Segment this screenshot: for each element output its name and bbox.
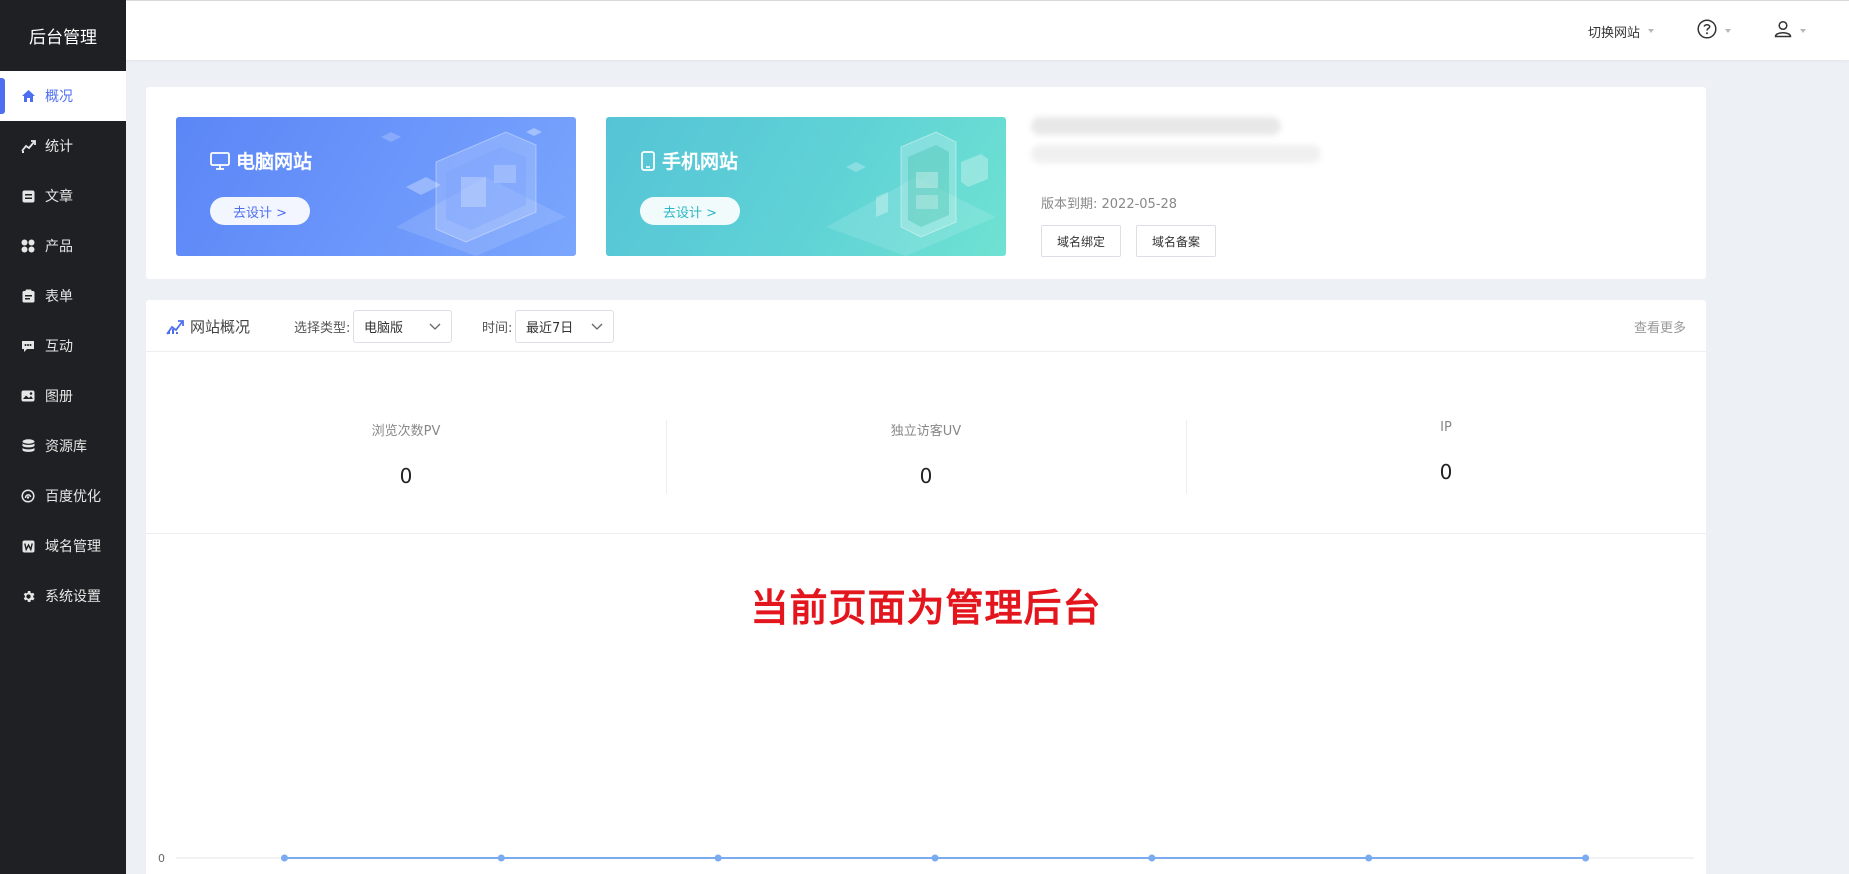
stat-ip: IP 0 [1186, 420, 1706, 484]
mobile-site-banner[interactable]: 手机网站 去设计 > [606, 117, 1006, 256]
sidebar-item-statistics[interactable]: 统计 [0, 121, 126, 171]
site-cards-panel: 电脑网站 去设计 > 手机网站 去设计 > 版本到期: 2022-05-28 域… [146, 87, 1706, 279]
trend-icon [20, 138, 36, 154]
sidebar-item-products[interactable]: 产品 [0, 221, 126, 271]
blurred-site-url [1031, 145, 1321, 163]
bind-domain-button[interactable]: 域名绑定 [1041, 225, 1121, 257]
sidebar-item-resources[interactable]: 资源库 [0, 421, 126, 471]
version-expire-text: 版本到期: 2022-05-28 [1041, 197, 1178, 212]
user-icon [1774, 20, 1792, 42]
blurred-site-name [1031, 117, 1281, 135]
phone-icon [640, 150, 656, 171]
sidebar-item-label: 域名管理 [45, 539, 101, 555]
sidebar-item-label: 百度优化 [45, 489, 101, 505]
sidebar-item-interaction[interactable]: 互动 [0, 321, 126, 371]
home-icon [20, 88, 36, 104]
view-more-link[interactable]: 查看更多 [1634, 300, 1686, 352]
admin-notice-text: 当前页面为管理后台 [750, 586, 1102, 630]
stat-ip-value: 0 [1439, 460, 1453, 484]
sidebar-item-label: 产品 [45, 239, 73, 255]
data-point[interactable] [1365, 854, 1373, 862]
time-select[interactable]: 最近7日 [515, 310, 614, 343]
sidebar-item-system-settings[interactable]: 系统设置 [0, 571, 126, 621]
sidebar-item-domain[interactable]: 域名管理 [0, 521, 126, 571]
type-select-value: 电脑版 [364, 321, 404, 336]
sidebar-item-articles[interactable]: 文章 [0, 171, 126, 221]
database-icon [20, 438, 36, 454]
phone-illustration-icon [826, 131, 996, 256]
sidebar-item-label: 概况 [45, 89, 73, 105]
stat-pv-value: 0 [399, 464, 413, 488]
stat-ip-label: IP [1440, 420, 1452, 435]
caret-down-icon [1800, 29, 1806, 33]
type-select[interactable]: 电脑版 [353, 310, 452, 343]
sidebar-item-forms[interactable]: 表单 [0, 271, 126, 321]
sidebar-item-label: 系统设置 [45, 589, 101, 605]
sidebar-item-label: 统计 [45, 139, 73, 155]
pc-site-title: 电脑网站 [210, 147, 312, 174]
album-icon [20, 388, 36, 404]
help-dropdown[interactable] [1697, 1, 1731, 61]
caret-down-icon [1725, 29, 1731, 33]
stat-pv: 浏览次数PV 0 [146, 420, 666, 488]
sidebar-item-label: 资源库 [45, 439, 87, 455]
data-point[interactable] [497, 854, 505, 862]
chat-icon [20, 338, 36, 354]
domain-record-button[interactable]: 域名备案 [1136, 225, 1216, 257]
grid-icon [20, 238, 36, 254]
overview-header: 网站概况 选择类型: 电脑版 时间: 最近7日 查看更多 [146, 300, 1706, 352]
stats-divider [146, 533, 1706, 534]
stat-uv-value: 0 [919, 464, 933, 488]
site-info-blurred [1031, 117, 1451, 173]
stat-uv-label: 独立访客UV [890, 424, 962, 439]
top-bar: 切换网站 [126, 0, 1849, 60]
time-label: 时间: [482, 320, 513, 336]
caret-down-icon [1648, 29, 1655, 33]
domain-icon [20, 538, 36, 554]
type-label: 选择类型: [294, 320, 351, 336]
gear-icon [20, 588, 36, 604]
help-icon [1697, 19, 1717, 43]
visits-line-chart: 0 [158, 852, 1694, 865]
user-dropdown[interactable] [1774, 1, 1806, 61]
sidebar-item-overview[interactable]: 概况 [0, 71, 126, 121]
mobile-design-button[interactable]: 去设计 > [640, 197, 740, 225]
y-tick-label: 0 [158, 852, 165, 865]
switch-site-dropdown[interactable]: 切换网站 [1588, 1, 1655, 61]
sidebar-item-label: 文章 [45, 189, 73, 205]
time-select-value: 最近7日 [526, 321, 574, 336]
chevron-down-icon [429, 323, 441, 330]
pc-site-title-text: 电脑网站 [236, 151, 313, 173]
brand-title: 后台管理 [29, 28, 97, 48]
sidebar-item-baidu-seo[interactable]: 百度优化 [0, 471, 126, 521]
data-point[interactable] [280, 854, 288, 862]
chart-trend-icon [166, 317, 184, 335]
mobile-site-title-text: 手机网站 [662, 151, 739, 173]
sidebar-item-label: 表单 [45, 289, 73, 305]
sidebar-item-label: 互动 [45, 339, 73, 355]
sidebar-item-label: 图册 [45, 389, 73, 405]
data-point[interactable] [714, 854, 722, 862]
data-point[interactable] [1582, 854, 1590, 862]
site-overview-panel: 网站概况 选择类型: 电脑版 时间: 最近7日 查看更多 浏览次数PV 0 独立… [146, 300, 1706, 874]
sidebar-item-album[interactable]: 图册 [0, 371, 126, 421]
monitor-icon [210, 151, 230, 170]
pc-design-button[interactable]: 去设计 > [210, 197, 310, 225]
article-icon [20, 188, 36, 204]
clipboard-icon [20, 288, 36, 304]
pc-site-banner[interactable]: 电脑网站 去设计 > [176, 117, 576, 256]
overview-title: 网站概况 [166, 300, 250, 352]
seo-icon [20, 488, 36, 504]
stat-pv-label: 浏览次数PV [371, 424, 441, 439]
data-point[interactable] [931, 854, 939, 862]
stat-uv: 独立访客UV 0 [666, 420, 1186, 488]
data-point[interactable] [1148, 854, 1156, 862]
chevron-down-icon [591, 323, 603, 330]
mobile-site-title: 手机网站 [640, 147, 738, 174]
sidebar: 后台管理 概况 统计 文章 产品 表单 互动 图册 资源库 百度优化 域名管理 … [0, 0, 126, 874]
switch-site-label: 切换网站 [1588, 25, 1641, 41]
computer-illustration-icon [381, 128, 566, 256]
overview-title-text: 网站概况 [190, 317, 251, 336]
